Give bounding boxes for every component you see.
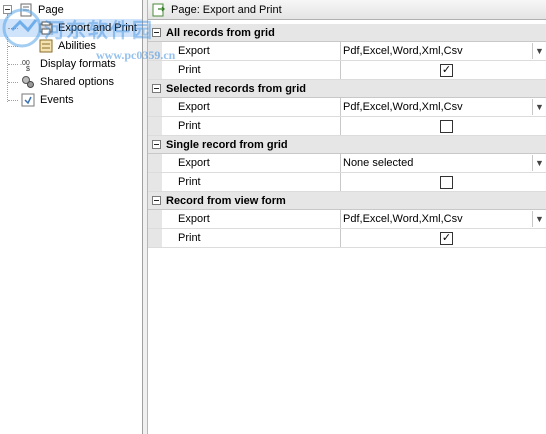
property-name: Export (162, 154, 341, 172)
tree-item-display-formats[interactable]: .00 $ Display formats (0, 55, 116, 73)
checkmark-icon: ✓ (441, 63, 452, 76)
tree-item-export-and-print[interactable]: Export and Print (0, 19, 142, 37)
property-name: Print (162, 173, 341, 191)
property-name: Export (162, 210, 341, 228)
properties-panel: Page: Export and Print All records from … (148, 0, 546, 434)
print-checkbox[interactable]: ✓ (440, 63, 453, 77)
property-row-export: Export None selected ▼ (148, 154, 546, 173)
category-label: Selected records from grid (166, 82, 306, 95)
property-row-export: Export Pdf,Excel,Word,Xml,Csv ▼ (148, 210, 546, 229)
tree-item-label: Shared options (40, 76, 114, 88)
export-format-select[interactable]: None selected ▼ (341, 154, 546, 172)
property-row-print: Print ✓ (148, 61, 546, 80)
row-gutter (148, 98, 162, 116)
tree-item-page[interactable]: Page (0, 1, 64, 19)
category-label: Record from view form (166, 194, 286, 207)
property-name: Print (162, 229, 341, 247)
tree-item-label: Display formats (40, 58, 116, 70)
page-icon (18, 2, 34, 18)
shared-options-icon (20, 74, 36, 90)
category-all-records-from-grid[interactable]: All records from grid (148, 24, 546, 42)
panel-header: Page: Export and Print (148, 0, 546, 20)
page-title: Page: Export and Print (171, 3, 282, 16)
property-name: Export (162, 98, 341, 116)
row-gutter (148, 173, 162, 191)
property-grid: All records from grid Export Pdf,Excel,W… (148, 24, 546, 248)
row-gutter (148, 117, 162, 135)
export-icon (151, 2, 167, 18)
collapse-icon[interactable] (152, 140, 161, 149)
collapse-icon[interactable] (3, 5, 12, 14)
tree-branch (8, 64, 18, 65)
category-record-from-view-form[interactable]: Record from view form (148, 192, 546, 210)
row-gutter (148, 210, 162, 228)
collapse-icon[interactable] (152, 84, 161, 93)
property-value: None selected (343, 157, 414, 169)
tree-item-label: Events (40, 94, 74, 106)
tree-item-label: Export and Print (58, 22, 137, 34)
print-checkbox[interactable] (440, 119, 453, 133)
row-gutter (148, 154, 162, 172)
category-label: Single record from grid (166, 138, 288, 151)
print-value-cell (341, 173, 546, 191)
property-row-export: Export Pdf,Excel,Word,Xml,Csv ▼ (148, 42, 546, 61)
property-row-export: Export Pdf,Excel,Word,Xml,Csv ▼ (148, 98, 546, 117)
abilities-icon (38, 38, 54, 54)
display-formats-icon: .00 $ (20, 56, 36, 72)
dropdown-arrow-icon[interactable]: ▼ (532, 99, 546, 115)
export-format-select[interactable]: Pdf,Excel,Word,Xml,Csv ▼ (341, 210, 546, 228)
tree-item-abilities[interactable]: Abilities (0, 37, 96, 55)
collapse-icon[interactable] (152, 196, 161, 205)
property-value: Pdf,Excel,Word,Xml,Csv (343, 45, 463, 57)
events-icon (20, 92, 36, 108)
print-checkbox[interactable] (440, 175, 453, 189)
tree-item-events[interactable]: Events (0, 91, 74, 109)
category-label: All records from grid (166, 26, 275, 39)
dropdown-arrow-icon[interactable]: ▼ (532, 155, 546, 171)
tree-branch (8, 28, 18, 29)
tree-branch (8, 100, 18, 101)
collapse-icon[interactable] (152, 28, 161, 37)
print-value-cell: ✓ (341, 229, 546, 247)
export-icon (38, 20, 54, 36)
checkmark-icon: ✓ (441, 231, 452, 244)
tree-item-label: Page (38, 4, 64, 16)
export-format-select[interactable]: Pdf,Excel,Word,Xml,Csv ▼ (341, 98, 546, 116)
category-selected-records-from-grid[interactable]: Selected records from grid (148, 80, 546, 98)
dropdown-arrow-icon[interactable]: ▼ (532, 211, 546, 227)
print-value-cell (341, 117, 546, 135)
property-value: Pdf,Excel,Word,Xml,Csv (343, 101, 463, 113)
tree-item-label: Abilities (58, 40, 96, 52)
svg-text:$: $ (26, 66, 30, 71)
print-value-cell: ✓ (341, 61, 546, 79)
property-name: Print (162, 117, 341, 135)
property-value: Pdf,Excel,Word,Xml,Csv (343, 213, 463, 225)
export-format-select[interactable]: Pdf,Excel,Word,Xml,Csv ▼ (341, 42, 546, 60)
row-gutter (148, 229, 162, 247)
property-name: Export (162, 42, 341, 60)
property-row-print: Print (148, 173, 546, 192)
property-row-print: Print ✓ (148, 229, 546, 248)
property-row-print: Print (148, 117, 546, 136)
tree-branch (8, 46, 18, 47)
dropdown-arrow-icon[interactable]: ▼ (532, 43, 546, 59)
property-name: Print (162, 61, 341, 79)
print-checkbox[interactable]: ✓ (440, 231, 453, 245)
row-gutter (148, 42, 162, 60)
tree-item-shared-options[interactable]: Shared options (0, 73, 114, 91)
row-gutter (148, 61, 162, 79)
navigation-tree: Page Export and Print Abilities .00 $ Dis… (0, 0, 143, 434)
category-single-record-from-grid[interactable]: Single record from grid (148, 136, 546, 154)
tree-branch (8, 82, 18, 83)
